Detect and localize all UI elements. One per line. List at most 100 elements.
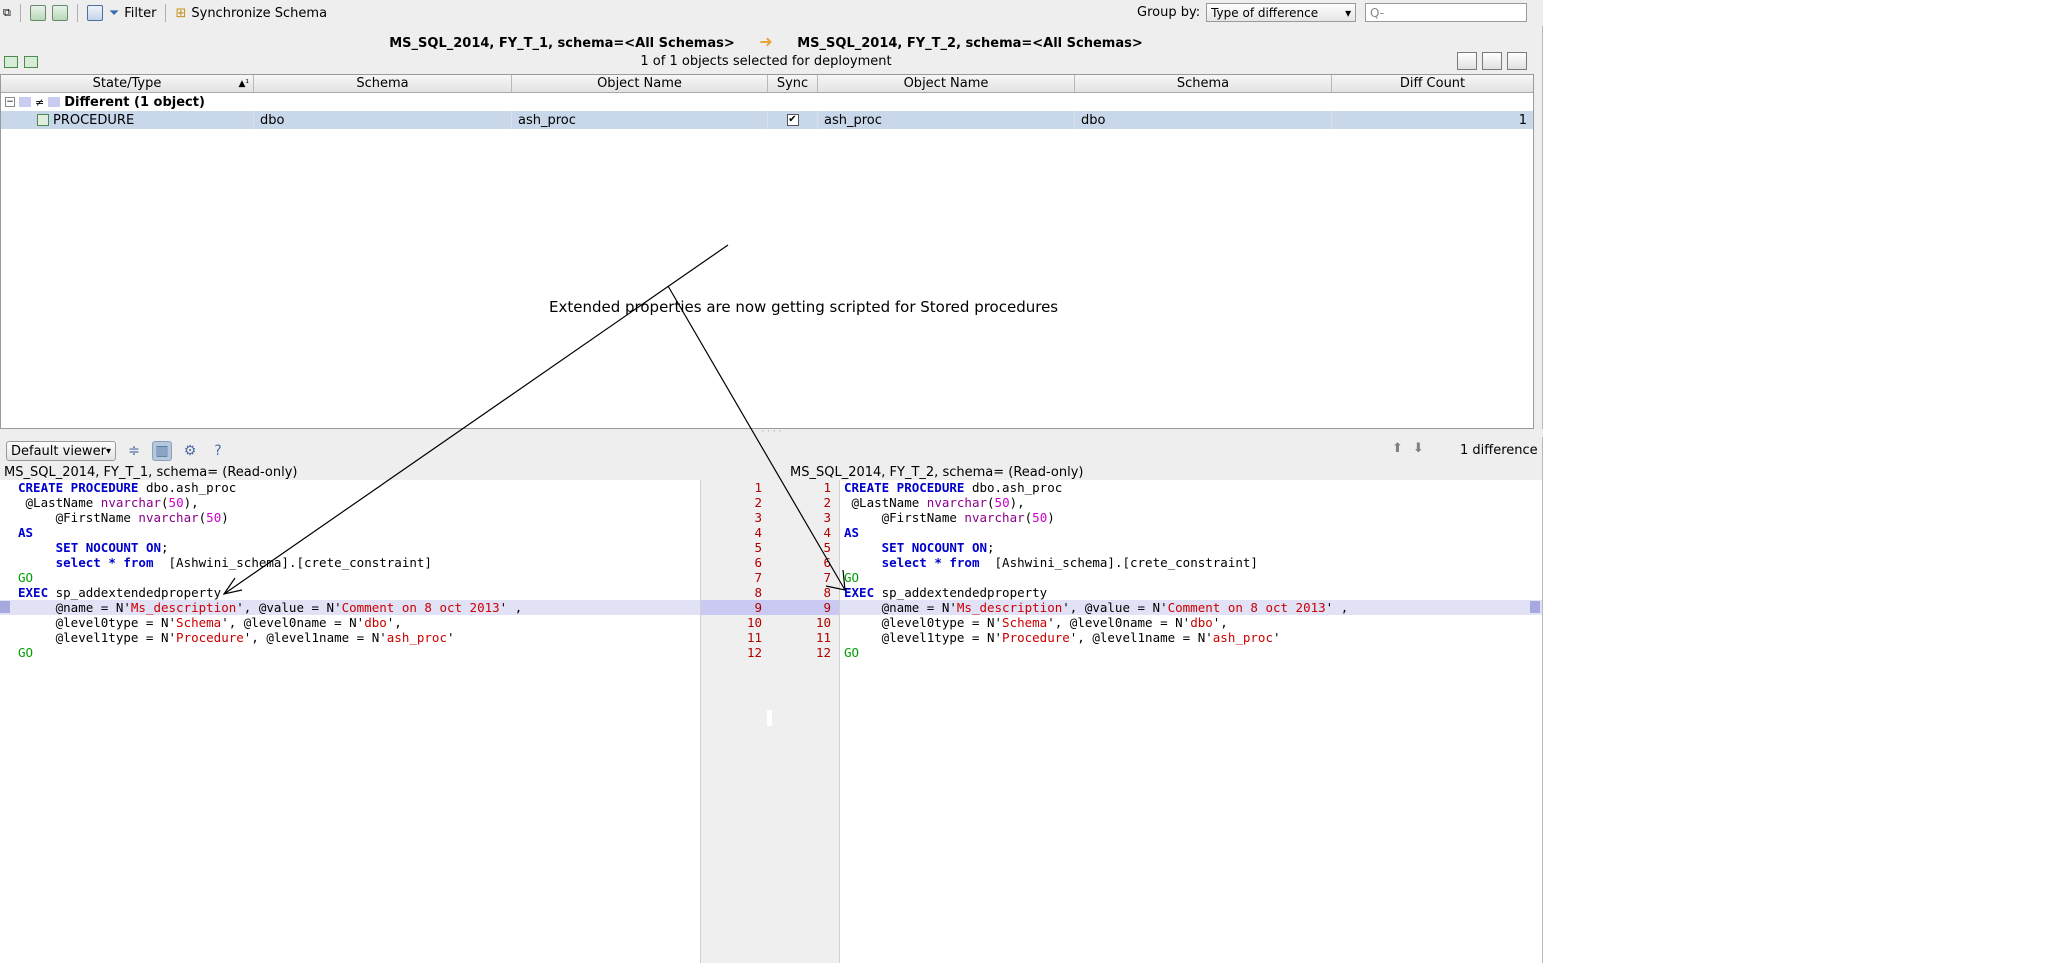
code-line: select * from [Ashwini_schema].[crete_co… <box>881 555 1258 570</box>
code-line: EXEC sp_addextendedproperty <box>844 585 1048 600</box>
script-icon[interactable] <box>49 2 71 24</box>
code-line: @level0type = N'Schema', @level0name = N… <box>18 615 402 630</box>
code-line: CREATE PROCEDURE dbo.ash_proc <box>18 480 237 495</box>
column-object-name-right[interactable]: Object Name <box>818 75 1075 92</box>
export-report-icon[interactable] <box>1507 52 1527 70</box>
toolbar-separator <box>19 4 21 22</box>
cell-diff-count: 1 <box>1518 112 1527 128</box>
code-line: @level1type = N'Procedure', @level1name … <box>844 630 1281 645</box>
collapse-all-icon[interactable] <box>24 56 38 68</box>
side-by-side-icon[interactable]: ▥ <box>152 441 172 461</box>
expand-all-icon[interactable] <box>4 56 18 68</box>
gutter-line: 11 11 <box>746 630 831 645</box>
code-line: AS <box>18 525 34 540</box>
sort-ascending-icon: ▲¹ <box>238 78 249 89</box>
search-input[interactable]: Q- <box>1365 3 1527 22</box>
diff-navigation: ⬆ ⬇ <box>1392 441 1424 456</box>
sync-checkbox[interactable]: ✔ <box>786 114 799 126</box>
column-sync[interactable]: Sync <box>768 75 818 92</box>
cell-sync: ✔ <box>768 111 818 129</box>
group-by-label: Group by: <box>1137 5 1201 20</box>
gutter-line: 44 <box>754 525 831 540</box>
splitter-handle[interactable]: · · · · <box>0 428 1543 437</box>
filter-button[interactable]: ⏷ Filter <box>106 2 160 24</box>
group-by-control: Group by: Type of difference ▾ <box>1137 3 1357 22</box>
code-line: @LastName nvarchar(50), <box>844 495 1025 510</box>
next-difference-icon[interactable]: ⬇ <box>1413 441 1424 456</box>
column-state-type[interactable]: State/Type ▲¹ <box>1 75 254 92</box>
code-line: GO <box>844 645 860 660</box>
scroll-thumb[interactable] <box>767 710 772 726</box>
synchronize-icon: ⊞ <box>175 5 187 21</box>
export-pdf-icon[interactable] <box>1482 52 1502 70</box>
collapse-icon[interactable]: − <box>5 97 15 107</box>
toolbar-separator <box>76 4 78 22</box>
code-line: SET NOCOUNT ON; <box>881 540 995 555</box>
code-line: @FirstName nvarchar(50) <box>844 510 1055 525</box>
gutter-line: 77 <box>754 570 831 585</box>
viewer-mode-value: Default viewer <box>11 443 106 459</box>
code-line: GO <box>18 570 34 585</box>
target-status-icon <box>48 97 61 107</box>
gutter-line: 11 <box>754 480 831 495</box>
deploy-icon[interactable] <box>27 2 49 24</box>
group-by-select[interactable]: Type of difference ▾ <box>1206 3 1357 22</box>
cell-schema-right: dbo <box>1075 111 1332 129</box>
code-line: CREATE PROCEDURE dbo.ash_proc <box>844 480 1063 495</box>
source-status-icon <box>19 97 31 107</box>
cell-object-name-left: ash_proc <box>512 111 768 129</box>
source-connection: MS_SQL_2014, FY_T_1, schema=<All Schemas… <box>389 36 735 51</box>
help-icon[interactable]: ? <box>208 441 228 461</box>
code-line-highlighted: @name = N'Ms_description', @value = N'Co… <box>0 600 700 615</box>
export-excel-icon[interactable] <box>1457 52 1477 70</box>
code-line: select * from [Ashwini_schema].[crete_co… <box>55 555 432 570</box>
not-equal-icon: ≠ <box>35 95 45 109</box>
cell-schema-left: dbo <box>254 111 512 129</box>
column-schema-right[interactable]: Schema <box>1075 75 1332 92</box>
target-connection: MS_SQL_2014, FY_T_2, schema=<All Schemas… <box>797 36 1143 51</box>
previous-difference-icon[interactable]: ⬆ <box>1392 441 1403 456</box>
code-line: @level1type = N'Procedure', @level1name … <box>18 630 455 645</box>
filter-icon: ⏷ <box>108 5 120 21</box>
code-line: @FirstName nvarchar(50) <box>18 510 229 525</box>
left-pane-title: MS_SQL_2014, FY_T_1, schema= (Read-only) <box>4 465 298 480</box>
gutter-line: 10 10 <box>746 615 831 630</box>
column-schema-left[interactable]: Schema <box>254 75 512 92</box>
table-view-icon[interactable] <box>84 2 106 24</box>
gutter-line: 22 <box>754 495 831 510</box>
gutter-line: 55 <box>754 540 831 555</box>
comparison-grid: State/Type ▲¹ Schema Object Name Sync Ob… <box>0 74 1534 429</box>
difference-count: 1 difference <box>1460 443 1538 458</box>
code-line: @level0type = N'Schema', @level0name = N… <box>844 615 1228 630</box>
toolbar-separator <box>165 4 167 22</box>
code-line-highlighted: @name = N'Ms_description', @value = N'Co… <box>840 600 1542 615</box>
column-diff-count[interactable]: Diff Count <box>1332 75 1533 92</box>
synchronize-schema-button[interactable]: ⊞ Synchronize Schema <box>172 2 330 24</box>
table-row[interactable]: PROCEDURE dbo ash_proc ✔ ash_proc dbo 1 <box>1 111 1533 129</box>
left-code-pane[interactable]: CREATE PROCEDURE dbo.ash_proc @LastName … <box>0 480 700 963</box>
code-line: GO <box>844 570 860 585</box>
cell-object-name-right: ash_proc <box>818 111 1075 129</box>
ignore-whitespace-icon[interactable]: ≑ <box>124 441 144 461</box>
line-number-gutter: 11 22 33 44 55 66 77 88 99 10 10 11 11 12 1… <box>700 480 840 963</box>
export-tools <box>1457 52 1527 70</box>
gutter-line: 33 <box>754 510 831 525</box>
code-line: GO <box>18 645 34 660</box>
menu-icon[interactable]: ⧉ <box>0 2 14 24</box>
cell-type: PROCEDURE <box>1 111 254 129</box>
viewer-mode-select[interactable]: Default viewer ▾ <box>6 441 116 461</box>
right-code-pane[interactable]: CREATE PROCEDURE dbo.ash_proc @LastName … <box>840 480 1542 963</box>
schema-compare-window: ⧉ ⏷ Filter ⊞ Synchronize Schema Group by… <box>0 0 1543 963</box>
gear-icon[interactable]: ⚙ <box>180 441 200 461</box>
left-change-marker <box>0 601 10 613</box>
right-pane-title: MS_SQL_2014, FY_T_2, schema= (Read-only) <box>790 465 1084 480</box>
gutter-line: 88 <box>754 585 831 600</box>
chevron-down-icon: ▾ <box>1345 5 1352 20</box>
group-by-value: Type of difference <box>1211 5 1319 20</box>
code-line: SET NOCOUNT ON; <box>55 540 169 555</box>
search-icon: Q- <box>1370 5 1385 20</box>
code-line: @LastName nvarchar(50), <box>18 495 199 510</box>
column-object-name-left[interactable]: Object Name <box>512 75 768 92</box>
code-line: AS <box>844 525 860 540</box>
group-row-different[interactable]: − ≠ Different (1 object) <box>1 93 1533 111</box>
